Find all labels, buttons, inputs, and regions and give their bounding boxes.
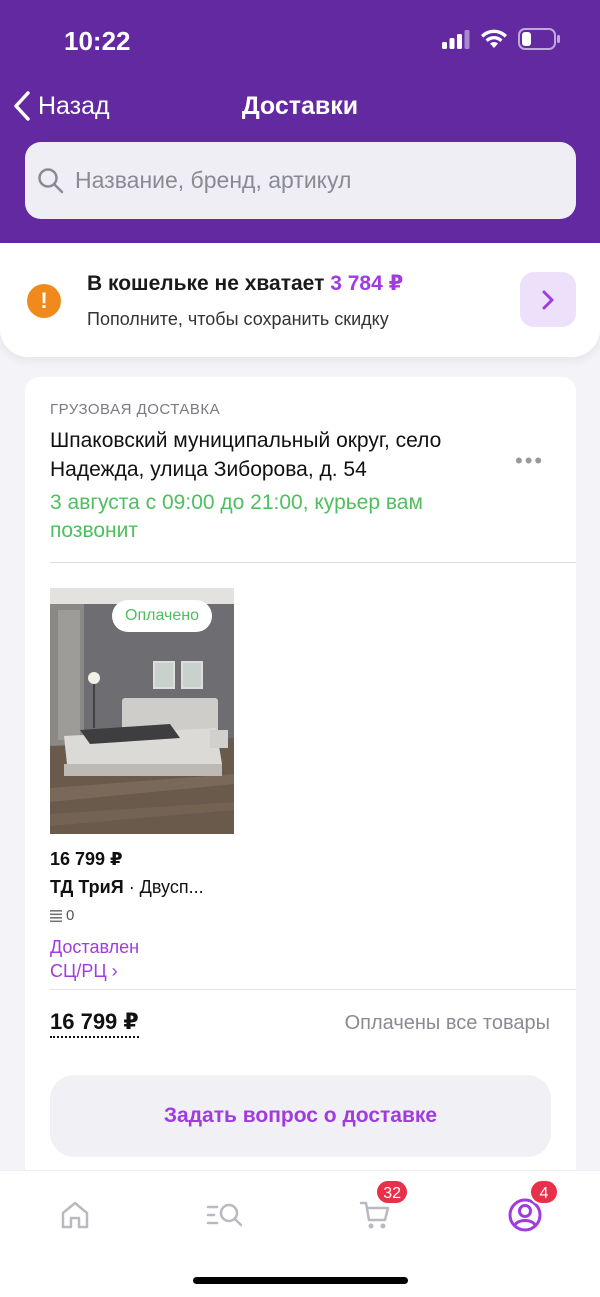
total-price[interactable]: 16 799 ₽ [50, 1009, 139, 1038]
delivery-category: ГРУЗОВАЯ ДОСТАВКА [50, 401, 221, 418]
wallet-topup-button[interactable] [520, 272, 576, 327]
tab-profile[interactable]: 4 [501, 1179, 559, 1239]
wifi-icon [481, 29, 507, 48]
wallet-amount: 3 784 ₽ [330, 272, 404, 295]
item-price: 16 799 ₽ [50, 849, 123, 869]
search-input[interactable] [75, 167, 535, 194]
home-icon [61, 1201, 89, 1229]
battery-icon [518, 28, 560, 50]
status-icons [442, 28, 560, 50]
wallet-title: В кошельке не хватает 3 784 ₽ [87, 271, 403, 296]
list-icon [50, 909, 62, 922]
cart-badge: 32 [375, 1179, 409, 1205]
chevron-right-icon [542, 290, 554, 309]
ask-question-button[interactable]: Задать вопрос о доставке [50, 1075, 551, 1157]
more-options-icon[interactable]: ••• [515, 448, 544, 474]
paid-badge: Оплачено [112, 600, 212, 632]
warning-icon: ! [27, 284, 61, 318]
item-title: · Двусп... [123, 877, 204, 897]
item-brand: ТД ТриЯ [50, 877, 124, 897]
divider [50, 989, 576, 990]
signal-icon [442, 30, 470, 49]
home-indicator [193, 1277, 408, 1284]
tab-cart[interactable]: 32 [351, 1179, 409, 1239]
delivery-date: 3 августа с 09:00 до 21:00, курьер вам п… [50, 491, 423, 542]
item-location-link[interactable]: СЦ/РЦ › [50, 961, 118, 982]
status-bar: 10:22 [0, 0, 600, 80]
navbar: Назад Доставки [0, 80, 600, 136]
tab-catalog[interactable] [201, 1191, 249, 1239]
delivery-address: Шпаковский муниципальный округ, село Над… [50, 429, 442, 481]
divider [50, 562, 576, 563]
item-quantity: 0 [50, 907, 74, 924]
tab-home[interactable] [51, 1191, 99, 1239]
item-quantity-value: 0 [66, 907, 75, 924]
item-name[interactable]: ТД ТриЯ · Двусп... [50, 877, 204, 898]
status-time: 10:22 [64, 26, 131, 56]
payment-status: Оплачены все товары [344, 1012, 550, 1034]
search-icon [38, 167, 64, 193]
search-bar[interactable] [25, 142, 576, 219]
wallet-subtitle: Пополните, чтобы сохранить скидку [87, 309, 389, 329]
catalog-search-icon [206, 1203, 243, 1227]
wallet-title-text: В кошельке не хватает [87, 272, 325, 295]
profile-badge: 4 [529, 1179, 559, 1205]
item-status: Доставлен [50, 937, 140, 957]
wallet-banner [0, 243, 600, 357]
page-title: Доставки [241, 92, 359, 120]
